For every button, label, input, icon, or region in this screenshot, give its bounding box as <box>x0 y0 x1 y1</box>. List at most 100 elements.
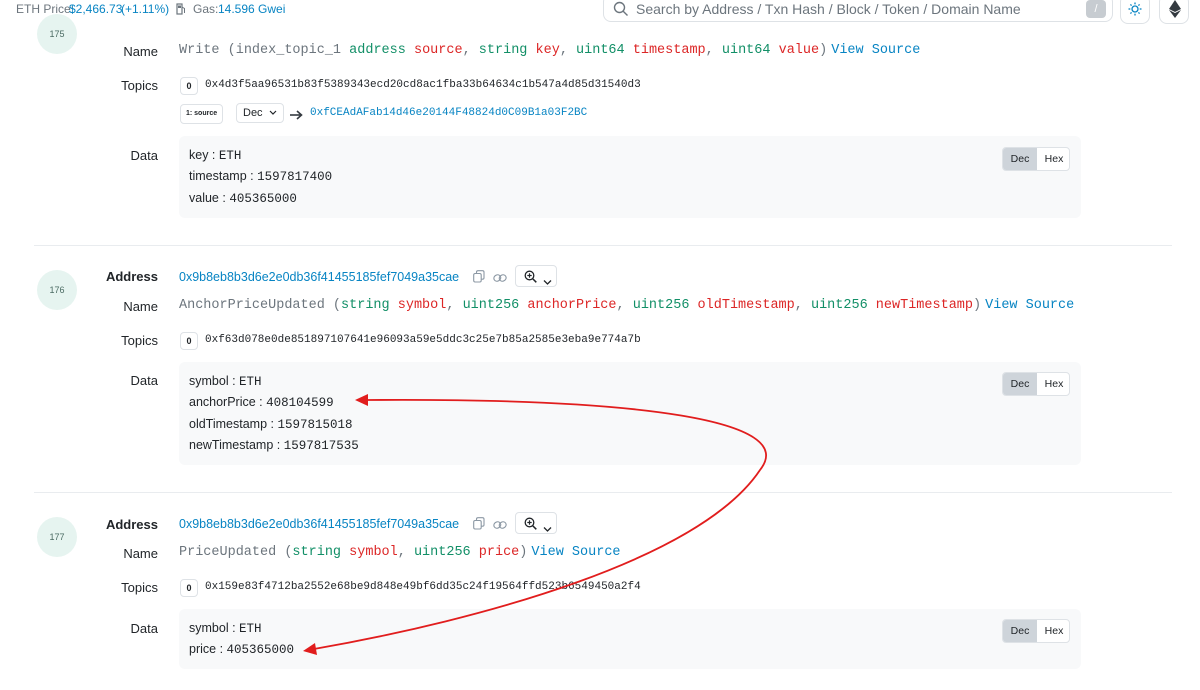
name-label: Name <box>123 299 158 314</box>
param-type: uint256 <box>810 298 868 313</box>
arrow-right-icon <box>290 107 304 125</box>
param-prefix: index_topic_1 <box>235 43 342 58</box>
event-signature: AnchorPriceUpdated (string symbol, uint2… <box>179 298 1075 313</box>
contract-address-link[interactable]: 0x9b8eb8b3d6e2e0db36f41455185fef7049a35c… <box>179 270 459 284</box>
view-source-link[interactable]: View Source <box>531 545 620 560</box>
link-icon[interactable] <box>493 271 507 289</box>
dec-button[interactable]: Dec <box>1003 373 1037 395</box>
sun-icon <box>1128 2 1142 21</box>
param-type: uint256 <box>413 545 471 560</box>
event-name: Write <box>179 43 220 58</box>
event-signature: PriceUpdated (string symbol, uint256 pri… <box>179 545 621 560</box>
data-box: key : ETH timestamp : 1597817400 value :… <box>179 136 1081 218</box>
data-value: 1597817535 <box>283 439 359 453</box>
param-name: anchorPrice <box>527 298 617 313</box>
data-row: symbol : ETH <box>189 621 262 636</box>
data-value: ETH <box>239 375 262 389</box>
data-row: timestamp : 1597817400 <box>189 169 333 184</box>
data-row: price : 405365000 <box>189 642 295 657</box>
topic-format-select[interactable]: Dec <box>236 103 284 123</box>
param-name: price <box>478 545 520 560</box>
name-label: Name <box>123 44 158 59</box>
data-key: anchorPrice <box>189 395 256 409</box>
gas-label: Gas: <box>193 2 219 16</box>
data-row: anchorPrice : 408104599 <box>189 395 334 410</box>
data-value: ETH <box>239 622 262 636</box>
param-name: timestamp <box>632 43 706 58</box>
data-key: symbol <box>189 374 229 388</box>
data-key: price <box>189 642 217 656</box>
topics-label: Topics <box>121 333 158 348</box>
search-input[interactable] <box>636 0 1076 19</box>
topic-value: 0x159e83f4712ba2552e68be9d848e49bf6dd35c… <box>205 581 641 593</box>
dec-hex-toggle: Dec Hex <box>1002 147 1070 171</box>
view-source-link[interactable]: View Source <box>831 43 920 58</box>
data-row: value : 405365000 <box>189 191 297 206</box>
eth-price-label: ETH Price: <box>16 2 75 16</box>
address-actions-dropdown[interactable] <box>515 265 557 287</box>
data-value: 405365000 <box>226 643 295 657</box>
data-value: 405365000 <box>229 192 297 206</box>
dec-button[interactable]: Dec <box>1003 148 1037 170</box>
param-type: string <box>341 298 390 313</box>
param-name: symbol <box>349 545 398 560</box>
topic-param-label: 1: source <box>180 104 224 124</box>
data-key: symbol <box>189 621 229 635</box>
event-name: AnchorPriceUpdated <box>179 298 325 313</box>
param-type: uint256 <box>462 298 520 313</box>
view-source-link[interactable]: View Source <box>985 298 1074 313</box>
copy-icon[interactable] <box>473 270 485 288</box>
data-row: oldTimestamp : 1597815018 <box>189 417 353 432</box>
hex-button[interactable]: Hex <box>1037 148 1069 170</box>
data-label: Data <box>130 621 158 636</box>
log-divider <box>34 245 1172 246</box>
data-value: 1597815018 <box>277 418 353 432</box>
param-name: value <box>778 43 820 58</box>
topic-address-link[interactable]: 0xfCEAdAFab14d46e20144F48824d0C09B1a03F2… <box>310 107 587 119</box>
contract-address-link[interactable]: 0x9b8eb8b3d6e2e0db36f41455185fef7049a35c… <box>179 517 459 531</box>
copy-icon[interactable] <box>473 517 485 535</box>
topic-index: 0 <box>180 77 198 95</box>
gas-value[interactable]: 14.596 Gwei <box>218 2 285 16</box>
param-name: key <box>535 43 560 58</box>
address-actions-dropdown[interactable] <box>515 512 557 534</box>
search-box[interactable]: / <box>603 0 1113 22</box>
topic-value: 0xf63d078e0de851897107641e96093a59e5ddc3… <box>205 334 641 346</box>
ethereum-icon <box>1169 0 1181 23</box>
topics-label: Topics <box>121 580 158 595</box>
param-name: source <box>413 43 463 58</box>
hex-button[interactable]: Hex <box>1037 620 1069 642</box>
data-row: symbol : ETH <box>189 374 262 389</box>
top-bar: ETH Price: $2,466.73 (+1.11%) Gas: 14.59… <box>0 0 1200 24</box>
data-row: key : ETH <box>189 148 242 163</box>
dec-button[interactable]: Dec <box>1003 620 1037 642</box>
data-value: ETH <box>218 149 242 163</box>
log-divider <box>34 492 1172 493</box>
search-icon <box>613 1 629 22</box>
param-type: uint64 <box>721 43 771 58</box>
dec-hex-toggle: Dec Hex <box>1002 372 1070 396</box>
data-label: Data <box>130 373 158 388</box>
log-index-badge: 177 <box>37 517 77 557</box>
data-key: value <box>189 191 219 205</box>
eth-price-value[interactable]: $2,466.73 <box>69 2 122 16</box>
data-row: newTimestamp : 1597817535 <box>189 438 359 453</box>
param-type: string <box>292 545 342 560</box>
topics-label: Topics <box>121 78 158 93</box>
chevron-down-icon <box>543 273 552 291</box>
param-name: newTimestamp <box>875 298 974 313</box>
theme-toggle-button[interactable] <box>1120 0 1150 24</box>
data-value: 1597817400 <box>257 170 333 184</box>
data-box: symbol : ETH price : 405365000 Dec Hex <box>179 609 1081 669</box>
param-name: symbol <box>397 298 447 313</box>
address-label: Address <box>105 269 158 284</box>
data-value: 408104599 <box>266 396 334 410</box>
hex-button[interactable]: Hex <box>1037 373 1069 395</box>
network-switch-button[interactable] <box>1159 0 1189 24</box>
link-icon[interactable] <box>493 518 507 536</box>
log-index-badge: 175 <box>37 14 77 54</box>
param-type: uint64 <box>576 43 625 58</box>
data-key: key <box>189 148 209 162</box>
chevron-down-icon <box>269 104 277 128</box>
topic-value: 0x4d3f5aa96531b83f5389343ecd20cd8ac1fba3… <box>205 79 641 91</box>
